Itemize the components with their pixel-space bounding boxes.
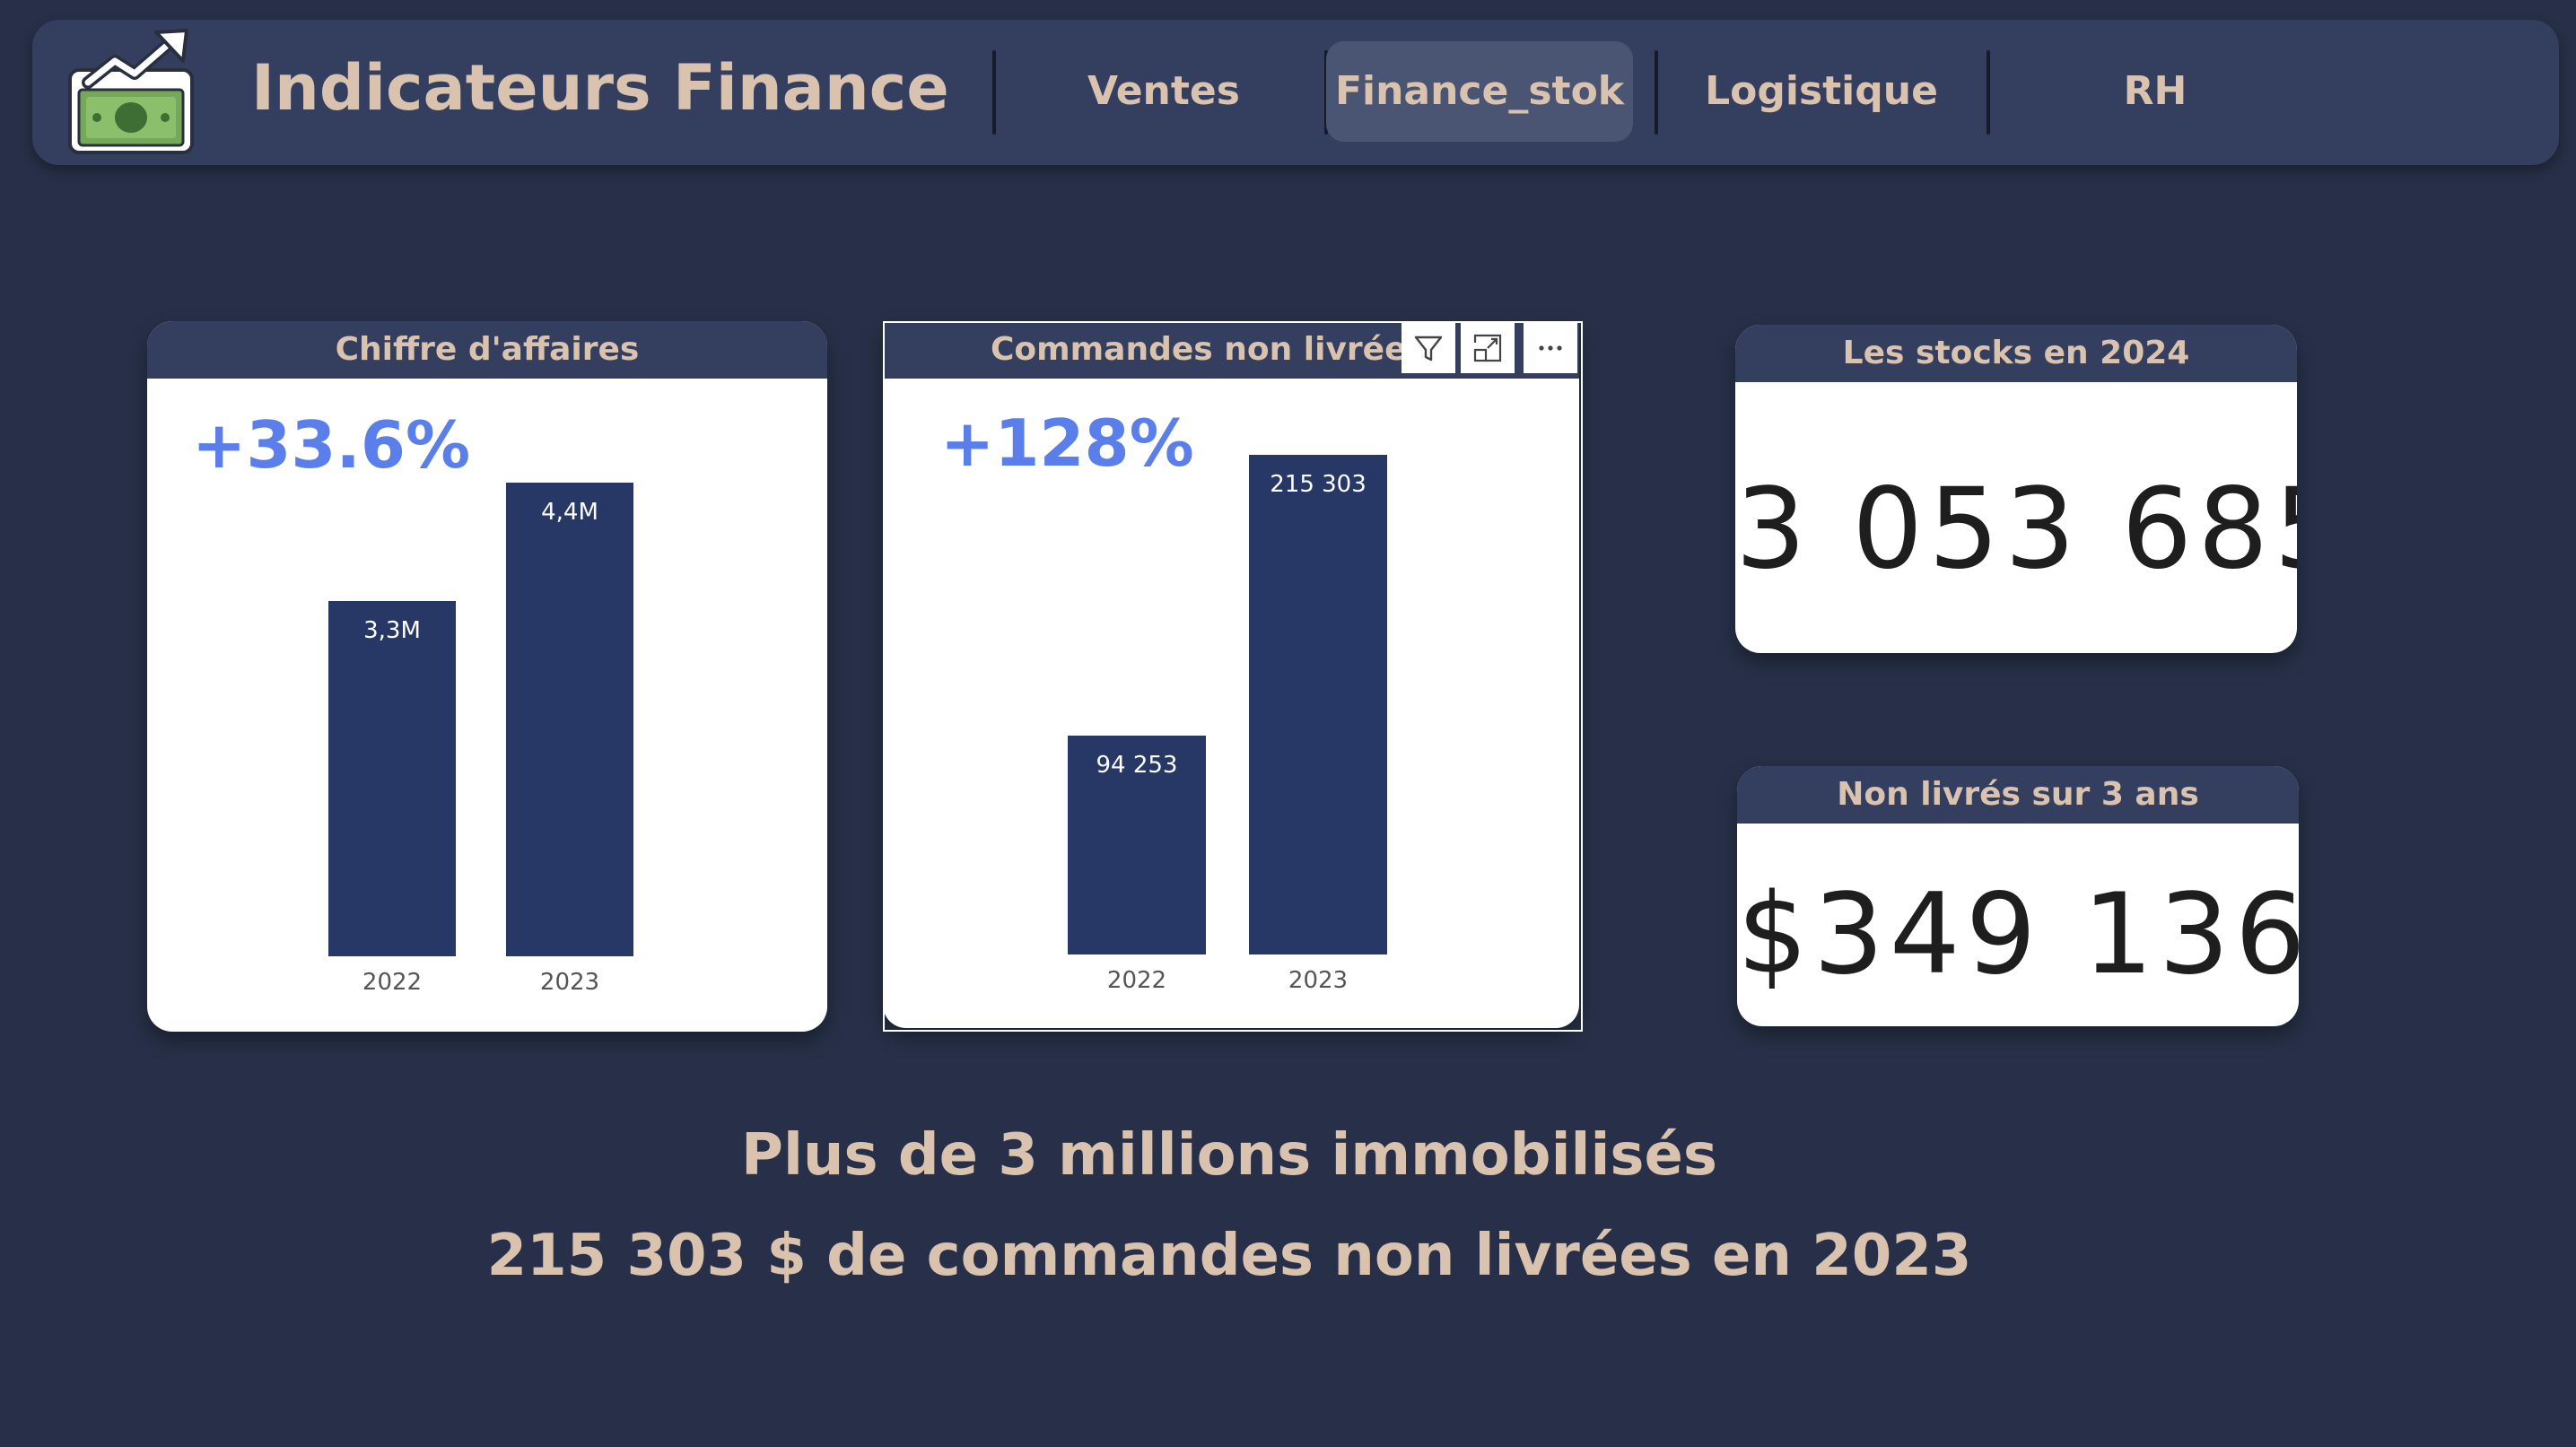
tab-ventes[interactable]: Ventes [1003, 41, 1324, 142]
growth-delta: +33.6% [192, 407, 471, 483]
tab-rh[interactable]: RH [1994, 41, 2317, 142]
focus-mode-icon[interactable] [1461, 323, 1515, 373]
bar-data-label: 3,3M [363, 617, 421, 644]
x-tick-label: 2022 [362, 969, 423, 996]
bar-data-label: 4,4M [541, 499, 598, 526]
top-nav-bar: Indicateurs Finance Ventes Finance_stok … [32, 20, 2559, 165]
chart-bar[interactable] [506, 483, 633, 956]
filter-icon[interactable] [1402, 323, 1455, 373]
nav-separator [1987, 50, 1990, 135]
summary-caption-1: Plus de 3 millions immobilisés [741, 1122, 1717, 1189]
nav-separator [1655, 50, 1658, 135]
kpi-value: 3 053 685 [1735, 465, 2297, 594]
card-title: Non livrés sur 3 ans [1737, 766, 2299, 824]
nav-separator [992, 50, 996, 135]
card-title: Chiffre d'affaires [147, 321, 827, 379]
card-title: Les stocks en 2024 [1735, 325, 2297, 382]
visual-focus-outline [883, 321, 1583, 1032]
revenue-chart-card[interactable]: Chiffre d'affaires +33.6% 3,3M 2022 4,4M 20… [147, 321, 827, 1032]
x-tick-label: 2023 [539, 969, 600, 996]
app-title: Indicateurs Finance [251, 51, 949, 125]
tab-logistique[interactable]: Logistique [1660, 41, 1983, 142]
tab-finance-stok[interactable]: Finance_stok [1326, 41, 1633, 142]
stocks-kpi-card[interactable]: Les stocks en 2024 3 053 685 [1735, 325, 2297, 653]
summary-caption-2: 215 303 $ de commandes non livrées en 20… [486, 1223, 1972, 1289]
undelivered-kpi-card[interactable]: Non livrés sur 3 ans $349 136 [1737, 766, 2299, 1026]
chart-bar[interactable] [328, 601, 456, 956]
more-options-icon[interactable] [1524, 323, 1577, 373]
kpi-value: $349 136 [1737, 870, 2299, 999]
money-trend-icon [66, 25, 201, 160]
